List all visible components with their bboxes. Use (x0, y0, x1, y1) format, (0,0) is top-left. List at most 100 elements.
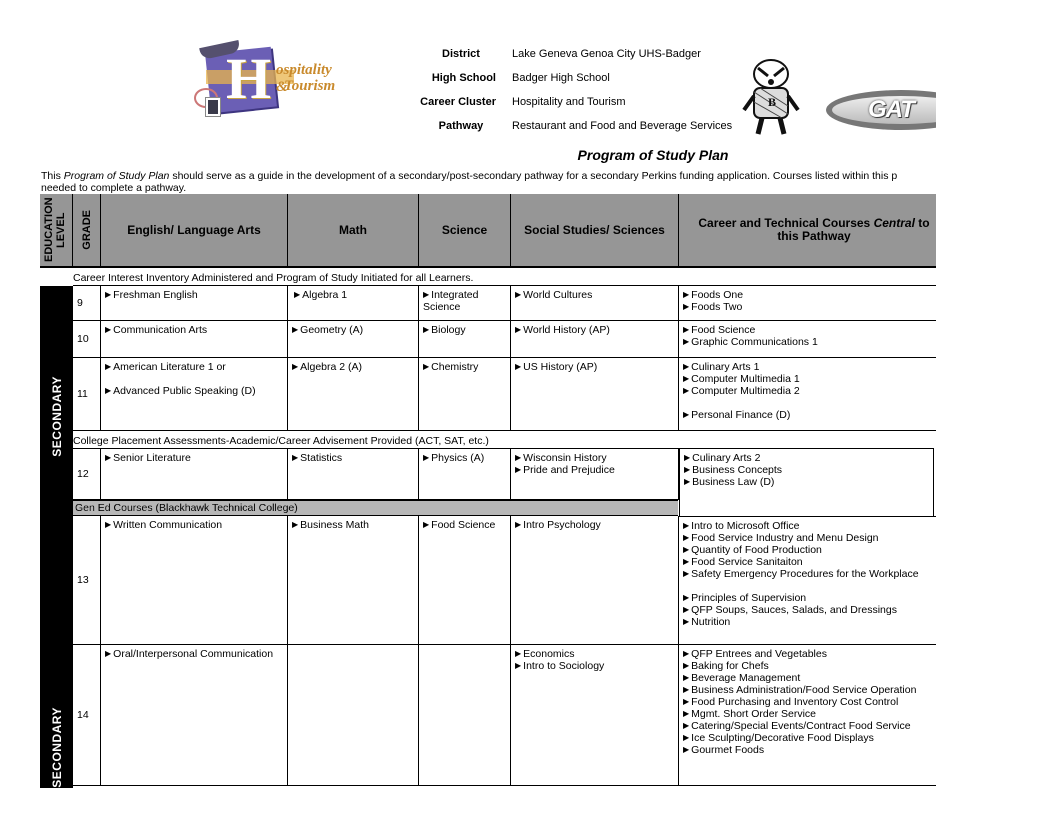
math-cell: Algebra 1 (288, 285, 419, 321)
course-item: Culinary Arts 2 (684, 452, 929, 464)
science-cell: Integrated Science (419, 285, 511, 321)
course-item: Safety Emergency Procedures for the Work… (683, 568, 936, 580)
course-item: Beverage Management (683, 672, 936, 684)
info-label: Pathway (438, 120, 484, 132)
course-item: Personal Finance (D) (683, 409, 936, 421)
course-item: Oral/Interpersonal Communication (105, 648, 283, 660)
course-item: Culinary Arts 1 (683, 361, 936, 373)
course-item: Nutrition (683, 616, 936, 628)
intro-prefix: This (41, 170, 64, 182)
info-label: District (442, 48, 480, 60)
header-social-studies: Social Studies/ Sciences (511, 194, 679, 268)
course-item: Intro to Microsoft Office (683, 520, 936, 532)
info-row-pathway: Pathway Restaurant and Food and Beverage… (420, 120, 732, 144)
intro-italic: Program of Study Plan (63, 170, 170, 182)
course-item: Business Math (292, 519, 414, 531)
logo-text-line2: Tourism (284, 78, 336, 94)
svg-text:B: B (768, 95, 776, 109)
course-item: Pride and Prejudice (515, 464, 674, 476)
course-item: Food Science (423, 519, 506, 531)
logo-text: GAT (868, 96, 915, 123)
career-cell: Intro to Microsoft OfficeFood Service In… (679, 516, 936, 645)
band-gen-ed: Gen Ed Courses (Blackhawk Technical Coll… (73, 500, 678, 516)
info-value: Hospitality and Tourism (512, 96, 626, 108)
social-studies-cell: World Cultures (511, 285, 679, 321)
course-item: Ice Sculpting/Decorative Food Displays (683, 732, 936, 744)
career-cell: Culinary Arts 1Computer Multimedia 1Comp… (679, 358, 936, 431)
logo-letter: H (226, 46, 272, 111)
course-item: Foods One (683, 289, 936, 301)
math-cell (288, 645, 419, 786)
course-item: Computer Multimedia 1 (683, 373, 936, 385)
career-cell: Culinary Arts 2Business ConceptsBusiness… (679, 448, 934, 517)
science-cell: Physics (A) (419, 448, 511, 500)
intro-line2: needed to complete a pathway. (41, 182, 187, 194)
course-item: Business Concepts (684, 464, 929, 476)
math-cell: Business Math (288, 516, 419, 645)
math-cell: Statistics (288, 448, 419, 500)
english-cell: Communication Arts (101, 321, 288, 358)
course-item: Algebra 1 (294, 289, 414, 301)
header-education-level-label: EDUCATION LEVEL (43, 197, 67, 263)
grade-cell: 9 (73, 285, 101, 321)
header-career-technical: Career and Technical Courses Central to … (679, 194, 936, 268)
course-item: Food Science (683, 324, 936, 336)
header-grade: GRADE (73, 194, 101, 268)
clock-tower-icon (205, 97, 221, 117)
header-grade-label: GRADE (80, 210, 93, 250)
social-studies-cell: Wisconsin HistoryPride and Prejudice (511, 448, 679, 500)
course-item: Mgmt. Short Order Service (683, 708, 936, 720)
intro-rest: should serve as a guide in the developme… (169, 170, 898, 182)
education-level-label: SECONDARY (49, 375, 64, 457)
course-item: Wisconsin History (515, 452, 674, 464)
header-career-text: Career and Technical Courses Central to … (679, 217, 936, 243)
grade-cell: 12 (73, 448, 101, 500)
course-item: Physics (A) (423, 452, 506, 464)
course-item: Chemistry (423, 361, 506, 373)
course-item: Economics (515, 648, 674, 660)
course-item: Computer Multimedia 2 (683, 385, 936, 397)
band-career-interest: Career Interest Inventory Administered a… (73, 272, 474, 284)
info-row-high-school: High School Badger High School (420, 72, 732, 96)
social-studies-cell: US History (AP) (511, 358, 679, 431)
course-item: Quantity of Food Production (683, 544, 936, 556)
science-cell: Chemistry (419, 358, 511, 431)
info-label: Career Cluster (420, 96, 496, 108)
info-value: Badger High School (512, 72, 610, 84)
career-cell: QFP Entrees and VegetablesBaking for Che… (679, 645, 936, 786)
course-item: Communication Arts (105, 324, 283, 336)
course-item: Intro to Sociology (515, 660, 674, 672)
grade-cell: 14 (73, 645, 101, 786)
gateway-logo: GAT (826, 86, 936, 134)
english-cell: Senior Literature (101, 448, 288, 500)
header-career-italic: Central (873, 216, 915, 230)
intro-text: This Program of Study Plan should serve … (41, 170, 936, 194)
course-item: Freshman English (105, 289, 283, 301)
grade-cell: 11 (73, 358, 101, 431)
course-item: QFP Soups, Sauces, Salads, and Dressings (683, 604, 936, 616)
math-cell: Algebra 2 (A) (288, 358, 419, 431)
header-english: English/ Language Arts (101, 194, 288, 268)
course-item: American Literature 1 or (105, 361, 283, 373)
social-studies-cell: Intro Psychology (511, 516, 679, 645)
info-row-district: District Lake Geneva Genoa City UHS-Badg… (420, 48, 732, 72)
science-cell: Biology (419, 321, 511, 358)
english-cell: American Literature 1 or Advanced Public … (101, 358, 288, 431)
header-math: Math (288, 194, 419, 268)
english-cell: Freshman English (101, 285, 288, 321)
education-level-label: SECONDARY (49, 707, 64, 788)
course-item: Integrated Science (423, 289, 506, 313)
course-item: Catering/Special Events/Contract Food Se… (683, 720, 936, 732)
course-item: Geometry (A) (292, 324, 414, 336)
social-studies-cell: World History (AP) (511, 321, 679, 358)
plan-info: District Lake Geneva Genoa City UHS-Badg… (420, 48, 732, 144)
course-item: World Cultures (515, 289, 674, 301)
program-table: EDUCATION LEVEL GRADE English/ Language … (40, 194, 936, 788)
course-item: Business Law (D) (684, 476, 929, 488)
english-cell: Written Communication (101, 516, 288, 645)
english-cell: Oral/Interpersonal Communication (101, 645, 288, 786)
course-item: Business Administration/Food Service Ope… (683, 684, 936, 696)
course-item: Gourmet Foods (683, 744, 936, 756)
